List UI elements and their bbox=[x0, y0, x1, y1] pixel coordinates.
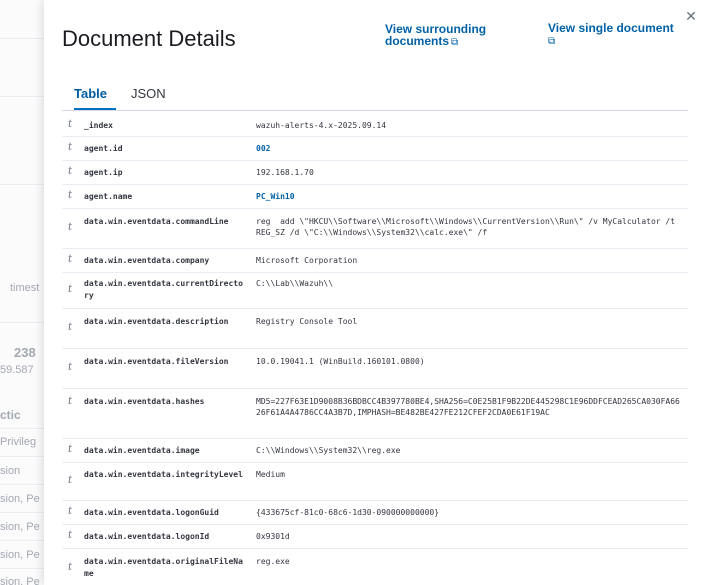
divider bbox=[0, 428, 44, 429]
field-type-icon: t bbox=[68, 222, 73, 233]
view-single-document-link[interactable]: View single document ⧉ bbox=[548, 22, 698, 48]
field-value: Registry Console Tool bbox=[256, 317, 358, 326]
field-name: data.win.eventdata.image bbox=[84, 446, 200, 455]
field-name: agent.name bbox=[84, 192, 133, 201]
field-value-link[interactable]: 002 bbox=[256, 143, 270, 154]
view-surrounding-documents-link[interactable]: View surrounding documents ⧉ bbox=[385, 23, 515, 49]
field-type-icon: t bbox=[68, 190, 73, 201]
divider bbox=[0, 540, 44, 541]
tab-json[interactable]: JSON bbox=[131, 86, 166, 101]
view-single-label: View single document bbox=[548, 21, 674, 35]
divider bbox=[0, 38, 44, 39]
table-row: t data.win.eventdata.company Microsoft C… bbox=[62, 248, 688, 273]
table-row: t data.win.eventdata.logonId 0x9301d bbox=[62, 524, 688, 549]
background-tactic-label: ctic bbox=[0, 408, 21, 422]
field-value: C:\\Windows\\System32\\reg.exe bbox=[256, 446, 401, 455]
background-discover-panel: timest 238 59.587 ctic Privileg sion sio… bbox=[0, 0, 45, 585]
divider bbox=[0, 96, 44, 97]
table-row: t agent.name PC_Win10 bbox=[62, 184, 688, 209]
field-value: reg.exe bbox=[256, 557, 290, 566]
background-row: Privileg bbox=[0, 436, 37, 448]
field-type-icon: t bbox=[68, 396, 73, 407]
field-name: data.win.eventdata.commandLine bbox=[84, 217, 229, 226]
field-type-icon: t bbox=[68, 142, 73, 153]
field-name: data.win.eventdata.description bbox=[84, 317, 229, 326]
background-count: 238 bbox=[14, 345, 36, 360]
field-value: 10.0.19041.1 (WinBuild.160101.0800) bbox=[256, 357, 425, 366]
field-name: data.win.eventdata.fileVersion bbox=[84, 357, 229, 366]
table-row: t data.win.eventdata.logonGuid {433675cf… bbox=[62, 500, 688, 525]
field-value: Microsoft Corporation bbox=[256, 256, 358, 265]
background-row: sion, Pe bbox=[0, 493, 40, 505]
background-time: 59.587 bbox=[0, 364, 34, 376]
background-row: sion bbox=[0, 465, 21, 477]
table-row: t agent.id 002 bbox=[62, 136, 688, 161]
table-row: t agent.ip 192.168.1.70 bbox=[62, 160, 688, 185]
background-timestamp-label: timest bbox=[10, 282, 40, 294]
field-type-icon: t bbox=[68, 562, 73, 573]
table-row: t data.win.eventdata.fileVersion 10.0.19… bbox=[62, 348, 688, 389]
field-name: data.win.eventdata.company bbox=[84, 256, 210, 265]
field-value: wazuh-alerts-4.x-2025.09.14 bbox=[256, 121, 387, 130]
external-link-icon: ⧉ bbox=[451, 37, 459, 48]
divider bbox=[0, 184, 44, 185]
field-value: C:\\Lab\\Wazuh\\ bbox=[256, 279, 334, 288]
field-value: Medium bbox=[256, 470, 285, 479]
tab-table[interactable]: Table bbox=[74, 86, 107, 101]
field-type-icon: t bbox=[68, 166, 73, 177]
background-row: sion, Pe bbox=[0, 549, 40, 561]
field-type-icon: t bbox=[68, 119, 73, 130]
field-type-icon: t bbox=[68, 444, 73, 455]
field-type-icon: t bbox=[68, 362, 73, 373]
background-row: sion, Pe bbox=[0, 521, 40, 533]
field-type-icon: t bbox=[68, 284, 73, 295]
field-name: data.win.eventdata.logonGuid bbox=[84, 508, 219, 517]
field-name: data.win.eventdata.integrityLevel bbox=[84, 470, 243, 479]
tabs-divider bbox=[62, 110, 688, 111]
background-row: sion, Pe bbox=[0, 576, 40, 585]
field-name: data.win.eventdata.currentDirectory bbox=[84, 279, 243, 300]
field-name: agent.id bbox=[84, 144, 123, 153]
divider bbox=[0, 484, 44, 485]
divider bbox=[0, 456, 44, 457]
field-value: 192.168.1.70 bbox=[256, 168, 314, 177]
field-name: data.win.eventdata.hashes bbox=[84, 397, 205, 406]
document-details-flyout: Document Details View surrounding docume… bbox=[44, 0, 702, 585]
table-row: t data.win.eventdata.integrityLevel Medi… bbox=[62, 462, 688, 501]
field-value: 0x9301d bbox=[256, 532, 290, 541]
field-type-icon: t bbox=[68, 475, 73, 486]
field-value: MD5=227F63E1D9008B36BDBCC4B397780BE4,SHA… bbox=[256, 397, 680, 417]
view-surrounding-label: View surrounding documents bbox=[385, 22, 487, 48]
table-row: t data.win.eventdata.currentDirectory C:… bbox=[62, 272, 688, 309]
flyout-title: Document Details bbox=[62, 26, 236, 51]
field-value-link[interactable]: PC_Win10 bbox=[256, 191, 295, 202]
divider bbox=[0, 512, 44, 513]
field-name: _index bbox=[84, 121, 113, 130]
table-row: t data.win.eventdata.commandLine reg add… bbox=[62, 208, 688, 249]
divider bbox=[0, 322, 44, 323]
divider bbox=[0, 568, 44, 569]
field-type-icon: t bbox=[68, 322, 73, 333]
field-value: reg add \"HKCU\\Software\\Microsoft\\Win… bbox=[256, 217, 680, 237]
table-row: t data.win.eventdata.hashes MD5=227F63E1… bbox=[62, 388, 688, 439]
table-row: t data.win.eventdata.image C:\\Windows\\… bbox=[62, 438, 688, 463]
field-name: data.win.eventdata.logonId bbox=[84, 532, 210, 541]
field-name: data.win.eventdata.originalFileName bbox=[84, 557, 243, 578]
field-type-icon: t bbox=[68, 254, 73, 265]
table-row: t data.win.eventdata.description Registr… bbox=[62, 308, 688, 349]
field-type-icon: t bbox=[68, 506, 73, 517]
field-name: agent.ip bbox=[84, 168, 123, 177]
field-type-icon: t bbox=[68, 530, 73, 541]
field-value: {433675cf-81c0-68c6-1d30-090000000000} bbox=[256, 508, 440, 517]
close-icon[interactable]: ✕ bbox=[684, 8, 698, 25]
table-row: t _index wazuh-alerts-4.x-2025.09.14 bbox=[62, 114, 688, 137]
table-row: t data.win.eventdata.originalFileName re… bbox=[62, 548, 688, 585]
external-link-icon: ⧉ bbox=[548, 36, 556, 47]
